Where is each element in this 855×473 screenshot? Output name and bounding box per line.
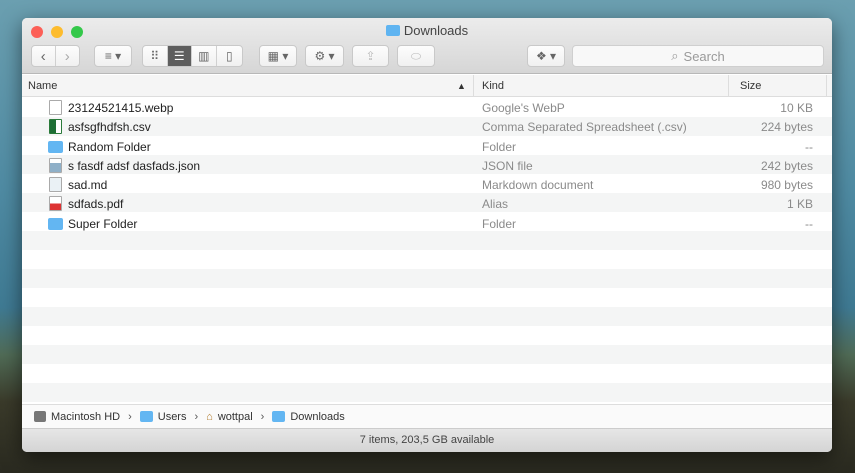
path-item-macintosh-hd[interactable]: Macintosh HD [51,411,120,423]
sort-ascending-icon[interactable]: ▲ [457,81,466,91]
downloads-folder-icon [272,411,286,422]
icon-view-button[interactable]: ⠿ [143,46,168,66]
window-title-text: Downloads [403,23,469,38]
file-name: Random Folder [68,139,151,154]
folder-icon [48,217,63,230]
view-mode-control: ⠿ ☰ ▥ ▯ [142,45,243,67]
markdown-file-icon [49,177,62,193]
column-name[interactable]: Name [28,80,57,92]
json-file-icon [49,157,62,173]
forward-button[interactable]: › [56,46,79,66]
file-name: sad.md [68,178,108,193]
column-view-button[interactable]: ▥ [192,46,217,66]
downloads-folder-icon [385,25,400,36]
file-row[interactable]: sad.md Markdown document 980 bytes [22,175,832,194]
file-size: 224 bytes [760,120,813,135]
file-size: 980 bytes [760,178,813,193]
file-kind: Alias [482,197,509,212]
tags-button[interactable]: ⬭ [397,45,435,67]
chevron-right-icon: › [260,410,265,423]
file-row[interactable]: Random Folder Folder -- [22,137,832,156]
cover-flow-button[interactable]: ▯ [217,46,242,66]
back-button[interactable]: ‹ [32,46,56,66]
chevron-right-icon: › [194,410,199,423]
finder-window: Downloads ‹ › ≡ ▾ ⠿ ☰ ▥ ▯ ▦ ▾ ⚙ ▾ ⇪ ⬭ ❖ … [22,18,832,452]
file-row[interactable]: asfsgfhdfsh.csv Comma Separated Spreadshe… [22,117,832,136]
file-name: sdfads.pdf [68,197,124,212]
dropbox-icon: ❖ ▾ [535,49,557,63]
column-size[interactable]: Size [740,80,761,92]
users-folder-icon [139,411,153,422]
file-kind: Folder [482,139,517,154]
column-kind[interactable]: Kind [482,80,504,92]
status-bar: 7 items, 203,5 GB available [22,428,832,452]
file-name: s fasdf adsf dasfads.json [68,158,201,173]
file-size: 1 KB [786,197,813,212]
path-item-users[interactable]: Users [158,411,187,423]
share-icon: ⇪ [365,49,376,63]
path-item-downloads[interactable]: Downloads [290,411,344,423]
file-row[interactable]: sdfads.pdf Alias 1 KB [22,194,832,213]
search-input[interactable]: ⌕ Search [572,45,824,67]
file-kind: Comma Separated Spreadsheet (.csv) [482,120,687,135]
file-row[interactable]: 23124521415.webp Google's WebP 10 KB [22,98,832,117]
home-icon: ⌂ [206,410,213,423]
file-name: Super Folder [68,216,138,231]
window-title: Downloads [22,23,832,38]
share-button[interactable]: ⇪ [352,45,389,67]
pdf-alias-icon [49,196,62,212]
file-row[interactable]: s fasdf adsf dasfads.json JSON file 242 by… [22,156,832,175]
column-header: Name ▲ Kind Size [22,75,832,97]
excel-icon [49,119,62,135]
file-kind: Google's WebP [482,101,565,115]
file-name: asfsgfhdfsh.csv [68,120,151,135]
gear-icon: ⚙ ▾ [314,49,335,63]
arrange-button[interactable]: ≡ ▾ [94,45,132,67]
chevron-right-icon: › [128,410,132,423]
file-size: -- [805,216,813,231]
hard-drive-icon [34,411,46,422]
tag-icon: ⬭ [410,48,422,63]
file-kind: Folder [482,216,517,231]
file-size: 10 KB [780,101,813,115]
path-bar: Macintosh HD › Users › ⌂ wottpal › Download… [22,404,832,428]
path-item-wottpal[interactable]: wottpal [218,411,253,423]
group-button[interactable]: ▦ ▾ [259,45,297,67]
file-kind: Markdown document [482,178,594,193]
titlebar: Downloads ‹ › ≡ ▾ ⠿ ☰ ▥ ▯ ▦ ▾ ⚙ ▾ ⇪ ⬭ ❖ … [22,18,832,74]
file-list: 23124521415.webp Google's WebP 10 KB asfsg… [22,98,832,404]
file-kind: JSON file [482,158,533,173]
nav-buttons: ‹ › [31,45,80,67]
file-size: 242 bytes [760,158,813,173]
list-view-button[interactable]: ☰ [167,46,193,66]
file-row[interactable]: Super Folder Folder -- [22,214,832,233]
folder-icon [48,140,63,153]
search-placeholder: Search [683,48,725,64]
action-gear-button[interactable]: ⚙ ▾ [305,45,344,67]
document-icon [49,100,62,115]
dropbox-button[interactable]: ❖ ▾ [527,45,565,67]
file-size: -- [805,139,813,154]
file-name: 23124521415.webp [68,101,174,115]
search-icon: ⌕ [671,48,679,63]
